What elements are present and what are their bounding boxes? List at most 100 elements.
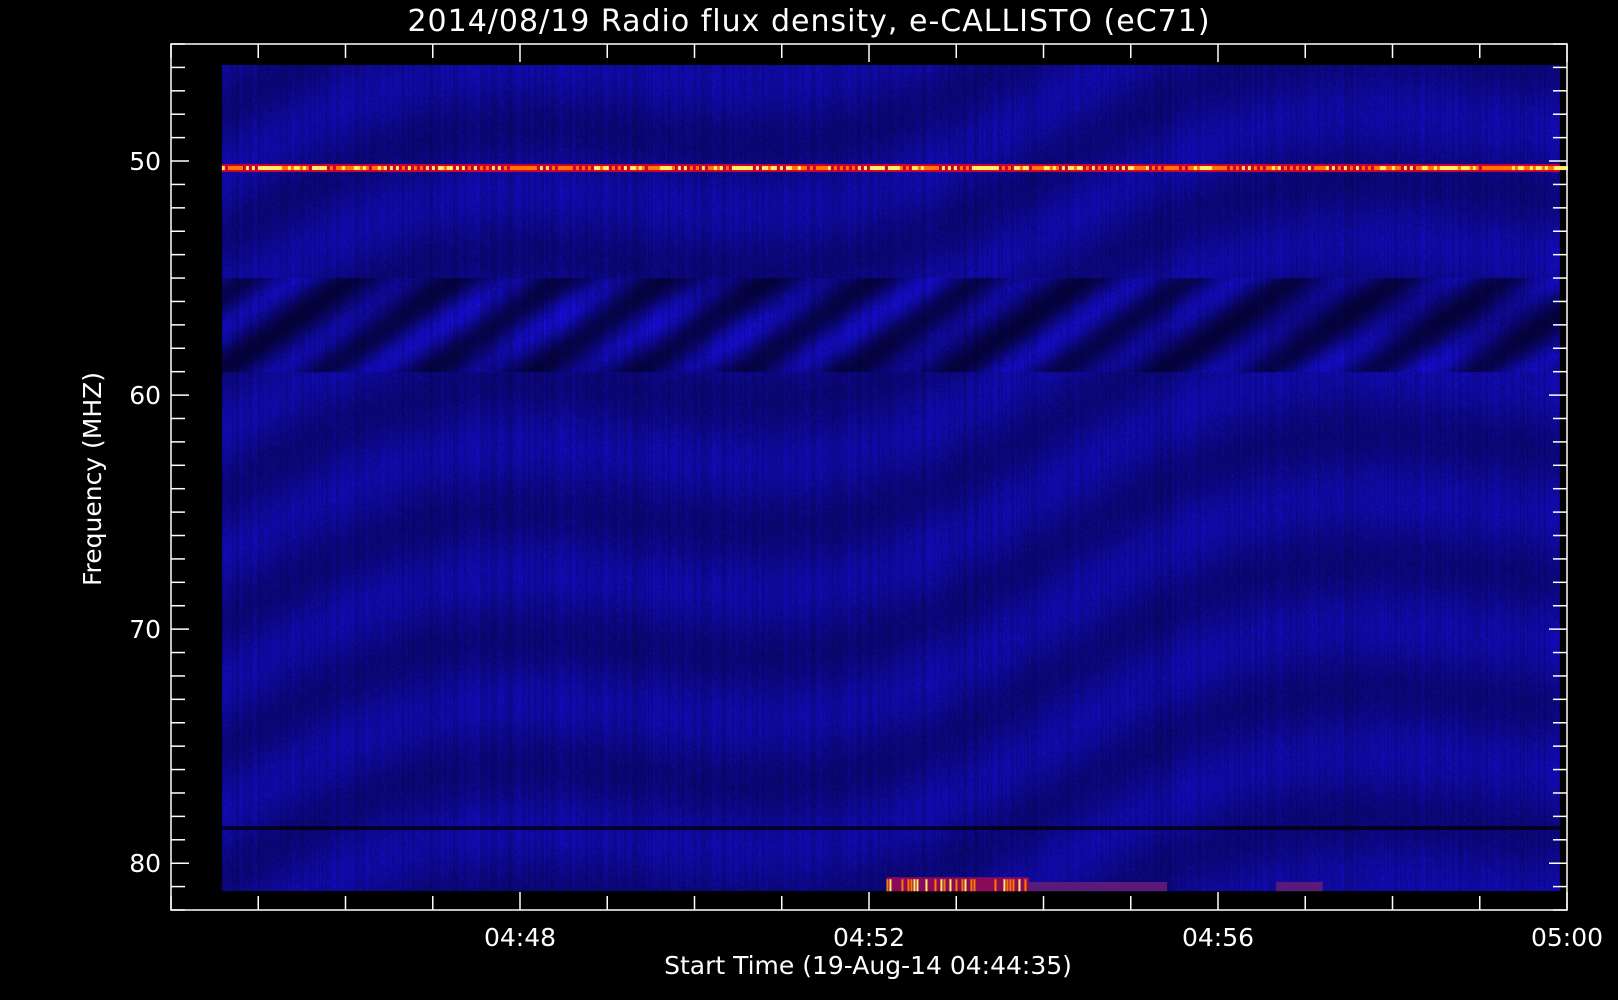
interference-segment	[1553, 166, 1568, 171]
interference-segment	[1511, 166, 1515, 171]
interference-segment	[701, 166, 705, 171]
spectrogram-chart: 2014/08/19 Radio flux density, e-CALLIST…	[78, 4, 1603, 980]
burst-stripe	[913, 879, 916, 892]
interference-segment	[1109, 166, 1113, 171]
interference-segment	[965, 166, 969, 171]
y-tick-label: 60	[129, 381, 161, 410]
interference-segment	[935, 166, 939, 171]
interference-segment	[1091, 166, 1095, 171]
interference-segment	[1079, 166, 1083, 171]
interference-segment	[827, 166, 831, 171]
burst-stripe	[1009, 879, 1012, 892]
x-tick-label: 04:48	[484, 923, 556, 952]
interference-segment	[1409, 166, 1413, 171]
burst-stripe	[964, 879, 967, 892]
interference-segment	[893, 166, 897, 171]
interference-segment	[779, 166, 783, 171]
interference-segment	[1055, 166, 1059, 171]
interference-segment	[533, 166, 537, 171]
interference-segment	[875, 166, 879, 171]
interference-segment	[287, 166, 291, 171]
interference-segment	[1487, 166, 1491, 171]
interference-segment	[1325, 166, 1329, 171]
plot-area	[221, 65, 1568, 892]
interference-segment	[251, 166, 255, 171]
interference-segment	[1157, 166, 1161, 171]
interference-segment	[953, 166, 957, 171]
interference-segment	[1277, 166, 1281, 171]
interference-segment	[1469, 166, 1473, 171]
interference-segment	[755, 166, 759, 171]
interference-segment	[1271, 166, 1275, 171]
x-tick-label: 05:00	[1531, 923, 1603, 952]
interference-segment	[611, 166, 615, 171]
interference-segment	[539, 166, 543, 171]
interference-segment	[641, 166, 645, 171]
interference-segment	[341, 166, 345, 171]
burst-stripe	[994, 879, 997, 892]
burst-stripe	[889, 879, 892, 892]
interference-segment	[605, 166, 609, 171]
interference-segment	[821, 166, 825, 171]
interference-segment	[857, 166, 861, 171]
x-tick-label: 04:52	[833, 923, 905, 952]
interference-segment	[485, 166, 489, 171]
interference-segment	[1457, 166, 1461, 171]
dark-band-line	[221, 826, 1560, 831]
interference-segment	[1205, 166, 1209, 171]
interference-segment	[221, 166, 225, 171]
interference-segment	[419, 166, 423, 171]
burst-stripe	[901, 879, 904, 892]
interference-segment	[809, 166, 813, 171]
interference-segment	[1217, 166, 1221, 171]
interference-segment	[917, 166, 921, 171]
interference-segment	[401, 166, 405, 171]
interference-segment	[749, 166, 753, 171]
interference-segment	[1085, 166, 1089, 171]
burst-stripe	[1018, 879, 1021, 892]
interference-segment	[569, 166, 573, 171]
interference-segment	[617, 166, 621, 171]
burst-stripe	[886, 879, 889, 892]
interference-segment	[449, 166, 453, 171]
interference-segment	[383, 166, 387, 171]
interference-segment	[1349, 166, 1353, 171]
interference-segment	[803, 166, 807, 171]
interference-segment	[1223, 166, 1227, 171]
interference-segment	[275, 166, 279, 171]
interference-segment	[245, 166, 249, 171]
interference-segment	[515, 166, 519, 171]
interference-segment	[1145, 166, 1149, 171]
weak-patch	[1028, 881, 1168, 892]
interference-segment	[881, 166, 885, 171]
interference-segment	[1115, 166, 1119, 171]
interference-segment	[1169, 166, 1173, 171]
interference-segment	[905, 166, 909, 171]
interference-segment	[1283, 166, 1287, 171]
interference-segment	[1253, 166, 1257, 171]
interference-segment	[545, 166, 549, 171]
interference-segment	[389, 166, 393, 171]
interference-segment	[989, 166, 993, 171]
interference-segment	[1103, 166, 1107, 171]
burst-stripe	[955, 879, 958, 892]
y-tick-label: 50	[129, 147, 161, 176]
burst-stripe	[907, 879, 910, 892]
interference-segment	[329, 166, 333, 171]
interference-segment	[1529, 166, 1533, 171]
interference-segment	[1289, 166, 1293, 171]
interference-segment	[1139, 166, 1143, 171]
interference-segment	[239, 166, 243, 171]
interference-segment	[1445, 166, 1449, 171]
burst-stripe	[934, 879, 937, 892]
interference-segment	[1541, 166, 1545, 171]
interference-segment	[851, 166, 855, 171]
interference-segment	[1301, 166, 1305, 171]
interference-segment	[527, 166, 531, 171]
x-axis-label: Start Time (19-Aug-14 04:44:35)	[664, 951, 1072, 980]
interference-segment	[467, 166, 471, 171]
interference-segment	[497, 166, 501, 171]
interference-segment	[899, 166, 903, 171]
interference-segment	[1007, 166, 1011, 171]
interference-segment	[395, 166, 399, 171]
